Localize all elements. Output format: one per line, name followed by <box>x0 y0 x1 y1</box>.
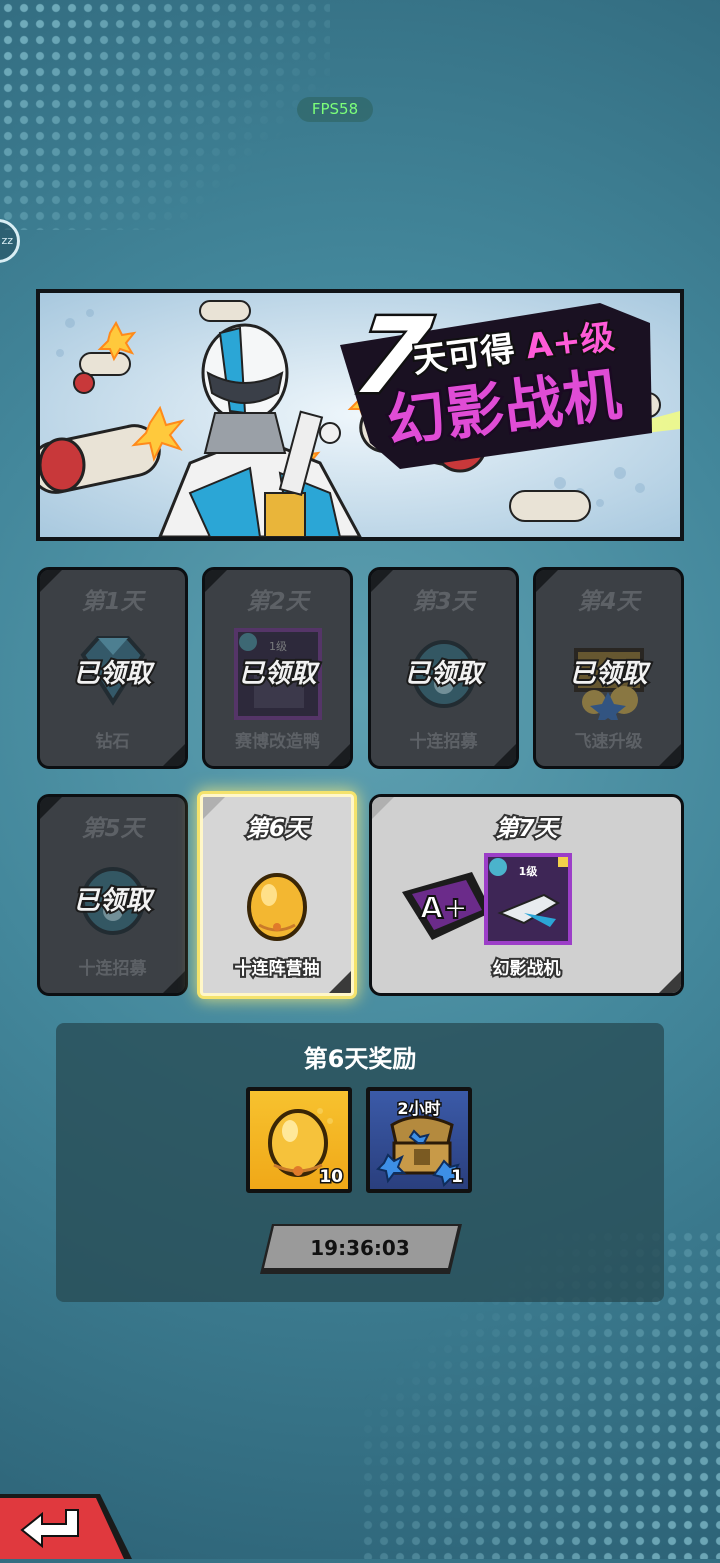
claimed-label: 已领取 <box>236 657 318 691</box>
reward-name: 十连阵营抽 <box>233 957 322 981</box>
day-label: 第4天 <box>577 589 640 615</box>
reward-panel-title: 第6天奖励 <box>303 1045 417 1073</box>
day-card-5[interactable]: 第5天 已领取 十连招募 <box>37 794 188 996</box>
reward-name: 赛博改造鸭 <box>235 732 320 752</box>
grade-text: A+ <box>420 891 468 926</box>
back-arrow-icon <box>0 1494 132 1559</box>
day-label: 第5天 <box>81 816 144 842</box>
day-card-7[interactable]: 第7天 A+ 1级 幻影战机 <box>369 794 684 996</box>
reward-name: 幻影战机 <box>491 957 563 981</box>
golden-egg-icon <box>245 869 309 945</box>
day-card-3[interactable]: 第3天 已领取 十连招募 <box>368 567 519 769</box>
day-label: 第3天 <box>412 589 475 615</box>
day-card-6[interactable]: 第6天 十连阵营抽 <box>200 794 354 996</box>
background-dots-top <box>0 0 330 230</box>
day-card-4[interactable]: 第4天 已领取 飞速升级 <box>533 567 684 769</box>
day-label: 第1天 <box>81 589 144 615</box>
claimed-label: 已领取 <box>402 657 484 691</box>
reward-item-golden-egg[interactable]: 10 <box>246 1087 352 1193</box>
reward-name: 十连招募 <box>409 732 478 752</box>
claimed-label: 已领取 <box>71 657 153 691</box>
reward-name: 飞速升级 <box>574 732 643 752</box>
reward-item-time-chest[interactable]: 2小时 1 <box>366 1087 472 1193</box>
reward-name: 十连招募 <box>78 959 147 979</box>
day-card-2[interactable]: 第2天 1级 已领取 赛博改造鸭 <box>202 567 353 769</box>
reward-count: 1 <box>450 1166 465 1189</box>
day-label: 第7天 <box>493 814 559 844</box>
phantom-fighter-card-icon: 1级 <box>484 853 572 949</box>
day-label: 第2天 <box>246 589 309 615</box>
reward-count: 10 <box>318 1166 345 1189</box>
card-level: 1级 <box>269 640 287 653</box>
reward-name: 钻石 <box>95 732 130 752</box>
countdown-timer: 19:36:03 <box>258 1222 462 1276</box>
event-banner: 7 天可得 A+级 幻影战机 <box>36 289 684 541</box>
claimed-label: 已领取 <box>71 884 153 918</box>
day-label: 第6天 <box>244 814 310 844</box>
card-level: 1级 <box>519 864 539 878</box>
reward-duration: 2小时 <box>396 1098 442 1120</box>
fps-counter: FPS58 <box>297 97 373 122</box>
back-button[interactable] <box>0 1492 140 1559</box>
day-card-1[interactable]: 第1天 已领取 钻石 <box>37 567 188 769</box>
countdown-text: 19:36:03 <box>310 1236 410 1260</box>
claimed-label: 已领取 <box>567 657 649 691</box>
